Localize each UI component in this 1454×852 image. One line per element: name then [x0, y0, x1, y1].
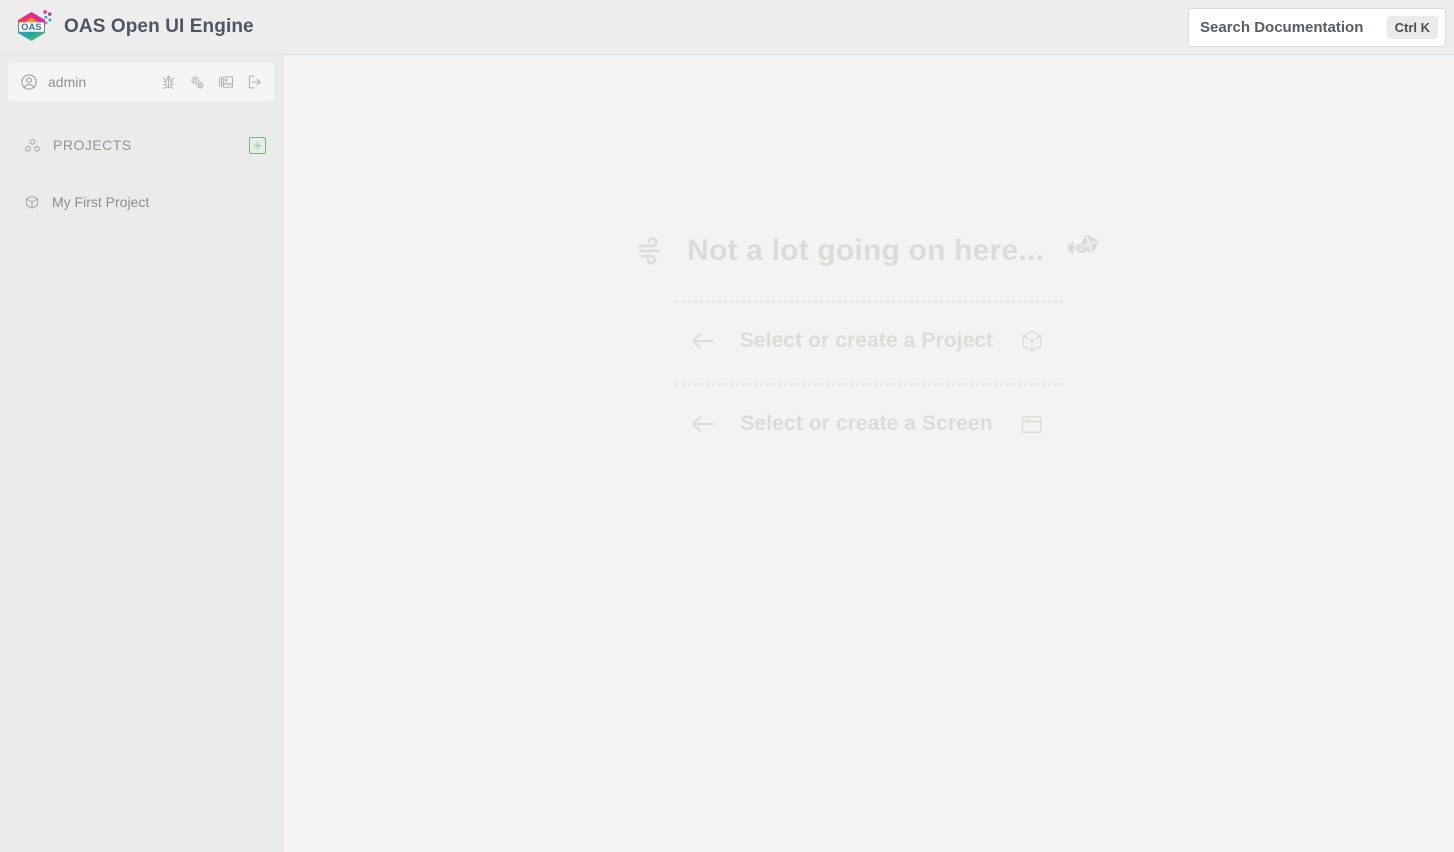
user-action-icons — [160, 73, 264, 91]
app-root: OAS OAS Open UI Engine Search Documentat… — [0, 0, 1454, 852]
logout-icon[interactable] — [246, 73, 264, 91]
boxes-icon — [24, 137, 41, 154]
search-documentation-box[interactable]: Search Documentation Ctrl K — [1188, 8, 1446, 47]
brand: OAS OAS Open UI Engine — [14, 7, 254, 47]
svg-text:OAS: OAS — [21, 22, 42, 32]
empty-state-headline-text: Not a lot going on here... — [687, 234, 1044, 267]
sidebar-section-projects[interactable]: PROJECTS — [8, 127, 274, 163]
gears-icon[interactable] — [188, 73, 206, 91]
sidebar-section-label: PROJECTS — [53, 137, 132, 153]
arrow-left-icon — [666, 326, 740, 356]
empty-state-row-screen: Select or create a Screen — [666, 400, 1070, 448]
search-input[interactable]: Search Documentation — [1200, 19, 1387, 36]
app-title: OAS Open UI Engine — [64, 16, 254, 37]
sidebar-user-row[interactable]: admin — [8, 63, 274, 101]
app-body: admin PROJECTS My First Project Not a lo… — [0, 55, 1454, 852]
sidebar-item-my-first-project[interactable]: My First Project — [8, 185, 274, 219]
kite-icon — [1062, 231, 1102, 271]
empty-state-row-screen-text: Select or create a Screen — [740, 412, 993, 435]
empty-state-divider — [674, 300, 1063, 303]
media-gallery-icon[interactable] — [217, 73, 235, 91]
cube-icon — [993, 328, 1071, 354]
window-icon — [993, 412, 1071, 437]
cube-icon — [24, 194, 40, 210]
empty-state-row-project-text: Select or create a Project — [739, 329, 994, 352]
main-content: Not a lot going on here... Select or cre… — [283, 55, 1454, 852]
arrow-left-icon — [666, 409, 740, 439]
oas-hexagon-logo-icon: OAS — [14, 7, 54, 47]
empty-state-row-project: Select or create a Project — [666, 317, 1072, 365]
bug-icon[interactable] — [160, 74, 177, 91]
wind-icon — [635, 234, 669, 268]
search-shortcut-badge: Ctrl K — [1386, 16, 1438, 39]
sidebar: admin PROJECTS My First Project — [0, 55, 283, 852]
user-circle-icon — [20, 73, 38, 91]
sidebar-item-label: My First Project — [52, 194, 150, 210]
empty-state-headline: Not a lot going on here... — [635, 220, 1102, 282]
empty-state-divider — [674, 383, 1063, 386]
plus-square-icon[interactable] — [249, 136, 266, 154]
empty-state: Not a lot going on here... Select or cre… — [283, 220, 1454, 448]
app-header: OAS OAS Open UI Engine Search Documentat… — [0, 0, 1454, 55]
user-name-label: admin — [48, 74, 87, 90]
